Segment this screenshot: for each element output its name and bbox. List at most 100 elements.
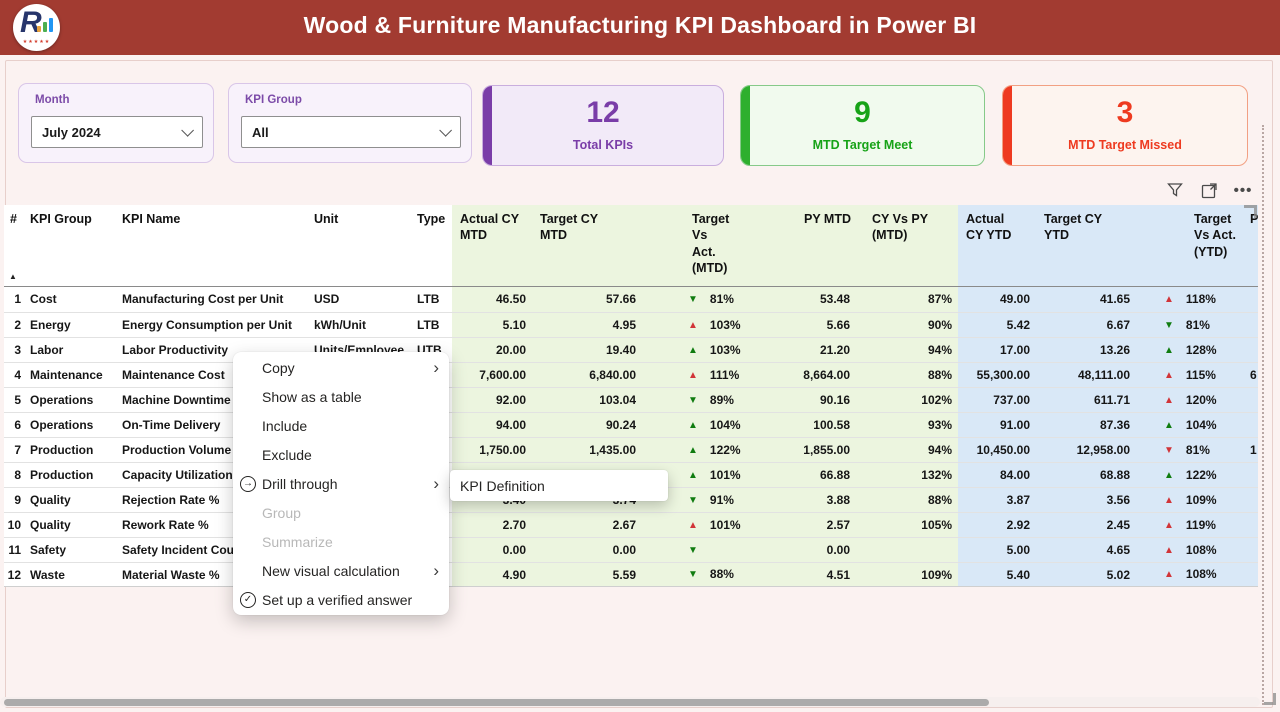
cell-target_mtd[interactable]: 5.59 — [532, 563, 642, 586]
cell-actual_mtd[interactable]: 4.90 — [452, 563, 532, 586]
cell-target_mtd[interactable]: 1,435.00 — [532, 438, 642, 462]
cell-actual_mtd[interactable]: 2.70 — [452, 513, 532, 537]
menu-item-include[interactable]: Include — [233, 411, 449, 440]
cell-actual_ytd[interactable]: 2.92 — [958, 513, 1036, 537]
cell-target_ytd[interactable]: 3.56 — [1036, 488, 1136, 512]
column-header-tva_ytd[interactable]: Target Vs Act. (YTD) — [1136, 205, 1246, 286]
menu-item-set-up-a-verified-answer[interactable]: ✓Set up a verified answer — [233, 585, 449, 614]
cell-num[interactable]: 5 — [4, 388, 26, 412]
cell-actual_mtd[interactable]: 46.50 — [452, 287, 532, 312]
cell-actual_mtd[interactable]: 92.00 — [452, 388, 532, 412]
cell-cy_vs_py_mtd[interactable]: 88% — [856, 488, 958, 512]
filter-icon[interactable] — [1165, 180, 1185, 200]
column-header-name[interactable]: KPI Name — [118, 205, 310, 286]
cell-actual_ytd[interactable]: 5.00 — [958, 538, 1036, 562]
cell-group[interactable]: Operations — [26, 413, 118, 437]
cell-cy_vs_py_mtd[interactable]: 105% — [856, 513, 958, 537]
column-header-target_mtd[interactable]: Target CY MTD — [532, 205, 642, 286]
cell-actual_ytd[interactable]: 3.87 — [958, 488, 1036, 512]
cell-py_ytd_clip[interactable] — [1246, 538, 1258, 562]
cell-tva_mtd[interactable]: ▼88% — [642, 563, 744, 586]
cell-actual_mtd[interactable]: 94.00 — [452, 413, 532, 437]
cell-py_mtd[interactable]: 3.88 — [744, 488, 856, 512]
cell-num[interactable]: 7 — [4, 438, 26, 462]
column-header-type[interactable]: Type — [413, 205, 452, 286]
focus-mode-icon[interactable] — [1199, 180, 1219, 200]
cell-tva_ytd[interactable]: ▲120% — [1136, 388, 1246, 412]
cell-py_mtd[interactable]: 5.66 — [744, 313, 856, 337]
column-header-py_mtd[interactable]: PY MTD — [744, 205, 856, 286]
cell-group[interactable]: Waste — [26, 563, 118, 586]
cell-target_mtd[interactable]: 103.04 — [532, 388, 642, 412]
cell-target_mtd[interactable]: 90.24 — [532, 413, 642, 437]
cell-tva_mtd[interactable]: ▲111% — [642, 363, 744, 387]
cell-tva_ytd[interactable]: ▲109% — [1136, 488, 1246, 512]
cell-group[interactable]: Quality — [26, 488, 118, 512]
cell-actual_ytd[interactable]: 5.40 — [958, 563, 1036, 586]
card-mtd-target-missed[interactable]: 3 MTD Target Missed — [1002, 85, 1248, 166]
cell-actual_mtd[interactable]: 5.10 — [452, 313, 532, 337]
cell-py_ytd_clip[interactable]: 1 — [1246, 438, 1258, 462]
kpi-group-dropdown[interactable]: All — [241, 116, 461, 148]
cell-target_ytd[interactable]: 4.65 — [1036, 538, 1136, 562]
cell-target_ytd[interactable]: 41.65 — [1036, 287, 1136, 312]
cell-tva_mtd[interactable]: ▲103% — [642, 338, 744, 362]
cell-tva_mtd[interactable]: ▲104% — [642, 413, 744, 437]
menu-item-copy[interactable]: Copy› — [233, 353, 449, 382]
cell-actual_ytd[interactable]: 49.00 — [958, 287, 1036, 312]
cell-py_ytd_clip[interactable] — [1246, 463, 1258, 487]
cell-actual_ytd[interactable]: 55,300.00 — [958, 363, 1036, 387]
cell-py_mtd[interactable]: 8,664.00 — [744, 363, 856, 387]
cell-group[interactable]: Safety — [26, 538, 118, 562]
cell-unit[interactable]: kWh/Unit — [310, 313, 413, 337]
cell-cy_vs_py_mtd[interactable]: 88% — [856, 363, 958, 387]
cell-tva_ytd[interactable]: ▲118% — [1136, 287, 1246, 312]
cell-cy_vs_py_mtd[interactable] — [856, 538, 958, 562]
cell-num[interactable]: 2 — [4, 313, 26, 337]
card-mtd-target-meet[interactable]: 9 MTD Target Meet — [740, 85, 985, 166]
cell-actual_ytd[interactable]: 84.00 — [958, 463, 1036, 487]
cell-py_mtd[interactable]: 0.00 — [744, 538, 856, 562]
cell-actual_mtd[interactable]: 1,750.00 — [452, 438, 532, 462]
cell-py_ytd_clip[interactable] — [1246, 287, 1258, 312]
cell-cy_vs_py_mtd[interactable]: 102% — [856, 388, 958, 412]
menu-item-show-as-a-table[interactable]: Show as a table — [233, 382, 449, 411]
cell-py_ytd_clip[interactable] — [1246, 563, 1258, 586]
cell-py_mtd[interactable]: 100.58 — [744, 413, 856, 437]
cell-tva_ytd[interactable]: ▲104% — [1136, 413, 1246, 437]
cell-tva_mtd[interactable]: ▼ — [642, 538, 744, 562]
cell-num[interactable]: 6 — [4, 413, 26, 437]
cell-cy_vs_py_mtd[interactable]: 94% — [856, 438, 958, 462]
cell-group[interactable]: Production — [26, 438, 118, 462]
cell-tva_ytd[interactable]: ▲119% — [1136, 513, 1246, 537]
cell-actual_ytd[interactable]: 17.00 — [958, 338, 1036, 362]
cell-target_ytd[interactable]: 2.45 — [1036, 513, 1136, 537]
cell-num[interactable]: 11 — [4, 538, 26, 562]
cell-tva_ytd[interactable]: ▼81% — [1136, 438, 1246, 462]
cell-num[interactable]: 9 — [4, 488, 26, 512]
cell-tva_ytd[interactable]: ▼81% — [1136, 313, 1246, 337]
cell-cy_vs_py_mtd[interactable]: 109% — [856, 563, 958, 586]
cell-py_ytd_clip[interactable] — [1246, 488, 1258, 512]
cell-target_mtd[interactable]: 19.40 — [532, 338, 642, 362]
cell-py_mtd[interactable]: 53.48 — [744, 287, 856, 312]
cell-target_mtd[interactable]: 4.95 — [532, 313, 642, 337]
cell-num[interactable]: 10 — [4, 513, 26, 537]
cell-tva_mtd[interactable]: ▼81% — [642, 287, 744, 312]
cell-tva_ytd[interactable]: ▲115% — [1136, 363, 1246, 387]
cell-tva_mtd[interactable]: ▲122% — [642, 438, 744, 462]
card-total-kpis[interactable]: 12 Total KPIs — [482, 85, 724, 166]
cell-actual_ytd[interactable]: 5.42 — [958, 313, 1036, 337]
column-header-num[interactable]: #▲ — [4, 205, 26, 286]
cell-type[interactable]: LTB — [413, 287, 452, 312]
column-header-group[interactable]: KPI Group — [26, 205, 118, 286]
cell-group[interactable]: Energy — [26, 313, 118, 337]
more-options-icon[interactable]: ••• — [1233, 180, 1253, 200]
cell-target_ytd[interactable]: 6.67 — [1036, 313, 1136, 337]
cell-group[interactable]: Maintenance — [26, 363, 118, 387]
cell-cy_vs_py_mtd[interactable]: 87% — [856, 287, 958, 312]
cell-target_ytd[interactable]: 68.88 — [1036, 463, 1136, 487]
column-header-unit[interactable]: Unit — [310, 205, 413, 286]
cell-actual_mtd[interactable]: 0.00 — [452, 538, 532, 562]
cell-group[interactable]: Quality — [26, 513, 118, 537]
